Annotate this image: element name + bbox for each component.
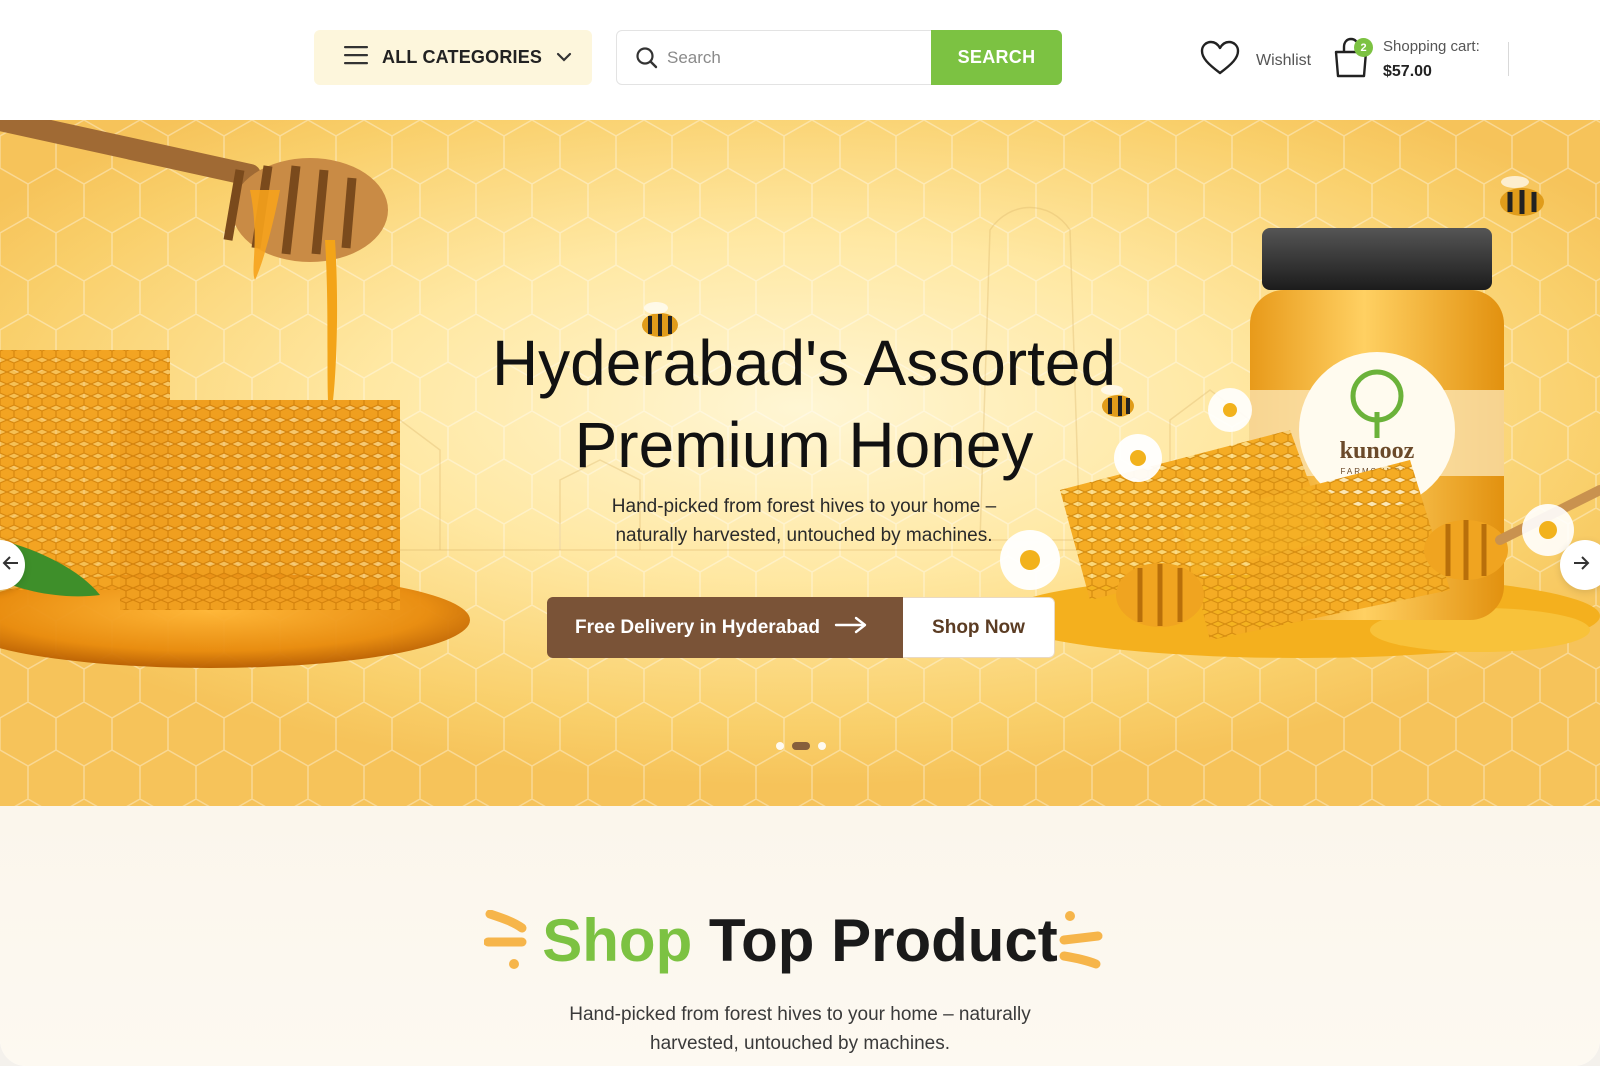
hero-cta-group: Free Delivery in Hyderabad Shop Now — [547, 597, 1055, 658]
hero-banner: kunooz FARMS INDIA — [0, 120, 1600, 806]
shop-now-button[interactable]: Shop Now — [903, 597, 1055, 658]
shopping-cart-button[interactable]: 2 — [1332, 36, 1373, 83]
search-input[interactable] — [667, 39, 917, 77]
search-bar: SEARCH — [616, 30, 1062, 85]
section-subtitle-line1: Hand-picked from forest hives to your ho… — [569, 1004, 1031, 1025]
free-delivery-button[interactable]: Free Delivery in Hyderabad — [547, 597, 903, 658]
hero-title-line2: Premium Honey — [574, 409, 1034, 481]
header-divider — [1508, 42, 1509, 76]
section-title: Shop Top Product — [0, 906, 1600, 976]
wishlist-label: Wishlist — [1256, 51, 1312, 69]
hero-subtitle: Hand-picked from forest hives to your ho… — [550, 492, 1058, 550]
jar-brand-name: kunooz — [1340, 438, 1415, 464]
cart-total: $57.00 — [1383, 63, 1432, 80]
chevron-down-icon — [556, 49, 572, 67]
shopping-bag-icon — [1332, 37, 1370, 82]
menu-icon — [344, 45, 368, 70]
arrow-right-icon — [1572, 555, 1590, 576]
slider-dot-3[interactable] — [818, 742, 826, 750]
hero-subtitle-line2: naturally harvested, untouched by machin… — [615, 525, 993, 546]
shop-top-product-section: Shop Top Product Hand-picked from forest… — [0, 806, 1600, 1066]
search-icon — [635, 46, 659, 75]
arrow-left-icon — [2, 555, 20, 576]
arrow-right-icon — [834, 616, 868, 640]
heart-icon — [1200, 40, 1240, 81]
search-button[interactable]: SEARCH — [931, 30, 1062, 85]
site-header: ALL CATEGORIES SEARCH Wishlist 2 S — [0, 0, 1600, 120]
cart-label: Shopping cart: — [1383, 38, 1480, 55]
hero-subtitle-line1: Hand-picked from forest hives to your ho… — [611, 496, 997, 517]
hero-title-line1: Hyderabad's Assorted — [491, 327, 1117, 399]
section-title-highlight: Shop — [542, 907, 693, 974]
cart-summary[interactable]: Shopping cart: $57.00 — [1383, 38, 1480, 81]
hero-title: Hyderabad's Assorted Premium Honey — [400, 322, 1208, 486]
all-categories-button[interactable]: ALL CATEGORIES — [314, 30, 592, 85]
slider-dot-2[interactable] — [792, 742, 810, 750]
wishlist-link[interactable]: Wishlist — [1200, 40, 1311, 81]
section-title-rest: Top Product — [708, 907, 1058, 974]
section-subtitle-line2: harvested, untouched by machines. — [650, 1033, 950, 1054]
sparkle-right-icon — [1056, 910, 1106, 975]
slider-pagination — [772, 742, 830, 750]
free-delivery-label: Free Delivery in Hyderabad — [575, 616, 820, 638]
slider-dot-1[interactable] — [776, 742, 784, 750]
all-categories-label: ALL CATEGORIES — [382, 47, 543, 67]
page: ALL CATEGORIES SEARCH Wishlist 2 S — [0, 0, 1600, 1066]
section-subtitle: Hand-picked from forest hives to your ho… — [530, 1000, 1070, 1058]
cart-count-badge: 2 — [1354, 38, 1373, 57]
